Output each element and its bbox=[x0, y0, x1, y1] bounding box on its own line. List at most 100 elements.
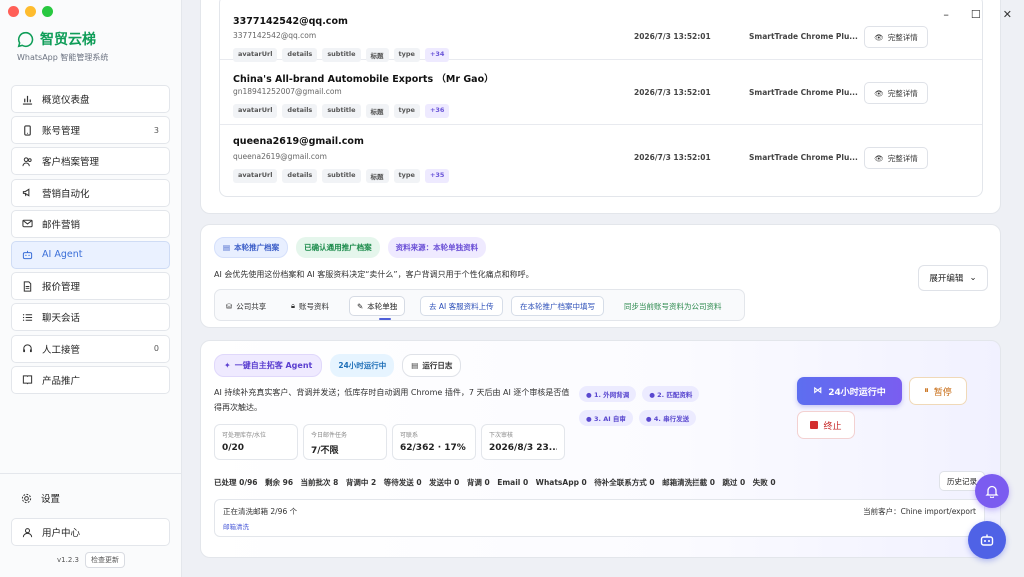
progress-text: 正在清洗邮箱 2/96 个 bbox=[223, 507, 298, 516]
expand-edit-button[interactable]: 展开编辑 ⌄ bbox=[918, 265, 988, 291]
sidebar-item-count: 0 bbox=[153, 344, 159, 353]
stop-button[interactable]: 终止 bbox=[797, 411, 855, 439]
tag: type bbox=[393, 169, 420, 183]
sidebar: 智贸云梯 WhatsApp 智能管理系统 概览仪表盘 账号管理 3 客户档案管理… bbox=[0, 0, 182, 577]
detail-button[interactable]: 👁 完整详情 bbox=[864, 82, 928, 104]
eye-icon: 👁 bbox=[874, 88, 884, 98]
segment-company-shared[interactable]: ⛁ 公司共享 bbox=[219, 296, 273, 316]
step-chip: ● 2. 匹配资料 bbox=[642, 386, 700, 402]
fill-profile-button[interactable]: 在本轮推广档案中填写 bbox=[511, 296, 604, 316]
sidebar-item-marketing[interactable]: 营销自动化 bbox=[11, 178, 170, 207]
contact-name: queena2619@gmail.com bbox=[233, 136, 364, 147]
contact-email: 3377142542@qq.com bbox=[233, 31, 317, 40]
sidebar-item-label: 客户档案管理 bbox=[42, 157, 100, 169]
contact-tags: avatarUrl details subtitle 标题 type +35 bbox=[233, 169, 450, 183]
sync-company-data-button[interactable]: 同步当前账号资料为公司资料 bbox=[616, 296, 730, 316]
segment-label: 公司共享 bbox=[236, 301, 267, 311]
check-update-button[interactable]: 检查更新 bbox=[84, 552, 125, 568]
agent-stats: 可处理库存/水位 0/20 今日邮件任务 7/不限 可联系 62/362 · 17% … bbox=[214, 424, 565, 460]
detail-button-label: 完整详情 bbox=[887, 88, 918, 98]
tag: details bbox=[282, 48, 318, 62]
sidebar-item-label: 报价管理 bbox=[42, 282, 81, 294]
chip-label: 运行日志 bbox=[422, 361, 453, 370]
bar-chart-icon bbox=[21, 93, 33, 105]
zoom-window-button[interactable] bbox=[42, 6, 53, 17]
close-button[interactable]: ✕ bbox=[1003, 8, 1012, 21]
sidebar-item-chats[interactable]: 聊天会话 bbox=[11, 303, 170, 332]
user-icon bbox=[21, 526, 33, 538]
tag: subtitle bbox=[322, 48, 361, 62]
sidebar-item-email[interactable]: 邮件营销 bbox=[11, 209, 170, 238]
step-label: 1. 外网背调 bbox=[593, 391, 630, 399]
stat-label: 下次审核 bbox=[489, 432, 514, 439]
contact-email: gn18941252007@gmail.com bbox=[233, 87, 342, 96]
sidebar-item-accounts[interactable]: 账号管理 3 bbox=[11, 116, 170, 145]
segment-account-data[interactable]: 🔒︎ 账号资料 bbox=[284, 296, 336, 316]
source-selector: ⛁ 公司共享 🔒︎ 账号资料 ✎ 本轮单独 去 AI 客服资料上传 在本轮推广档案中填… bbox=[214, 289, 745, 321]
agent-chips: ✦ 一键自主拓客 Agent 24小时运行中 ▤ 运行日志 bbox=[214, 354, 462, 377]
step-chip: ● 4. 串行发送 bbox=[638, 410, 697, 426]
detail-button[interactable]: 👁 完整详情 bbox=[864, 147, 928, 169]
maximize-button[interactable]: ☐ bbox=[971, 8, 981, 21]
run-log-button[interactable]: ▤ 运行日志 bbox=[402, 354, 462, 377]
promo-profile-chip: ▤ 本轮推广档案 bbox=[214, 237, 289, 258]
button-label: 终止 bbox=[823, 421, 842, 432]
document-icon: ▤ bbox=[411, 361, 419, 370]
document-icon bbox=[21, 280, 33, 292]
table-row: queena2619@gmail.com queena2619@gmail.co… bbox=[220, 126, 982, 190]
source-chip: 资料来源：本轮单独资料 bbox=[387, 237, 487, 258]
tag: avatarUrl bbox=[233, 48, 278, 62]
chip-label: 本轮推广档案 bbox=[234, 243, 280, 252]
tag-more: +36 bbox=[424, 104, 450, 118]
brand-name: 智贸云梯 bbox=[40, 32, 96, 48]
step-chip: ● 1. 外网背调 bbox=[579, 386, 637, 402]
upload-ai-data-button[interactable]: 去 AI 客服资料上传 bbox=[420, 296, 503, 316]
agent-summary: 已处理 0/96 剩余 96 当前批次 8 背调中 2 等待发送 0 发送中 0… bbox=[214, 478, 776, 487]
eye-icon: 👁 bbox=[874, 153, 884, 163]
version-info: v1.2.3 检查更新 bbox=[57, 552, 125, 568]
tag: avatarUrl bbox=[233, 104, 278, 118]
segment-this-round[interactable]: ✎ 本轮单独 bbox=[349, 296, 406, 316]
contact-email: queena2619@gmail.com bbox=[233, 152, 327, 161]
sidebar-item-customers[interactable]: 客户档案管理 bbox=[11, 147, 170, 176]
sidebar-item-dashboard[interactable]: 概览仪表盘 bbox=[11, 85, 170, 113]
notification-fab[interactable] bbox=[975, 474, 1009, 508]
tag: 标题 bbox=[365, 48, 389, 62]
detail-button-label: 完整详情 bbox=[887, 32, 918, 42]
minimize-button[interactable]: – bbox=[943, 8, 949, 21]
tag: details bbox=[282, 104, 318, 118]
contact-name: China's All-brand Automobile Exports （Mr… bbox=[233, 74, 494, 85]
sidebar-item-settings[interactable]: 设置 bbox=[11, 484, 170, 512]
sidebar-item-takeover[interactable]: 人工接管 0 bbox=[11, 334, 170, 363]
sidebar-item-ai-agent[interactable]: AI Agent bbox=[11, 240, 170, 269]
tag: type bbox=[393, 48, 420, 62]
sidebar-item-label: 概览仪表盘 bbox=[42, 95, 90, 106]
bot-icon bbox=[21, 249, 33, 261]
agent-steps: ● 1. 外网背调 ● 2. 匹配资料 ● 3. AI 自审 ● 4. 串行发送 bbox=[579, 386, 729, 426]
tag: type bbox=[393, 104, 420, 118]
tag: 标题 bbox=[365, 169, 389, 183]
run-24h-button[interactable]: ⋈ 24小时运行中 bbox=[797, 377, 902, 405]
stat-label: 可处理库存/水位 bbox=[222, 432, 267, 439]
sidebar-item-label: 营销自动化 bbox=[42, 188, 90, 200]
sidebar-item-user-center[interactable]: 用户中心 bbox=[11, 518, 170, 546]
agent-card: ✦ 一键自主拓客 Agent 24小时运行中 ▤ 运行日志 AI 持续补充真实客户、… bbox=[200, 340, 1001, 558]
stat-value: 2026/8/3 23... bbox=[489, 443, 557, 453]
sidebar-item-products[interactable]: 产品推广 bbox=[11, 365, 170, 394]
pause-button[interactable]: ⏸︎ 暂停 bbox=[909, 377, 967, 405]
sidebar-item-quotes[interactable]: 报价管理 bbox=[11, 272, 170, 301]
segment-label: 本轮单独 bbox=[367, 301, 398, 311]
document-icon: ▤ bbox=[223, 243, 231, 252]
progress-link[interactable]: 邮箱清洗 bbox=[223, 521, 249, 531]
button-label: 暂停 bbox=[933, 387, 952, 398]
mail-icon bbox=[21, 218, 33, 230]
assistant-fab[interactable] bbox=[968, 521, 1006, 559]
contact-source: SmartTrade Chrome Plu... bbox=[749, 153, 858, 162]
minimize-window-button[interactable] bbox=[25, 6, 36, 17]
sidebar-item-count: 3 bbox=[153, 125, 159, 135]
close-window-button[interactable] bbox=[8, 6, 19, 17]
segment-active-indicator bbox=[379, 318, 391, 320]
detail-button[interactable]: 👁 完整详情 bbox=[864, 26, 928, 48]
sidebar-item-label: 产品推广 bbox=[42, 375, 81, 387]
step-label: 2. 匹配资料 bbox=[657, 391, 693, 399]
